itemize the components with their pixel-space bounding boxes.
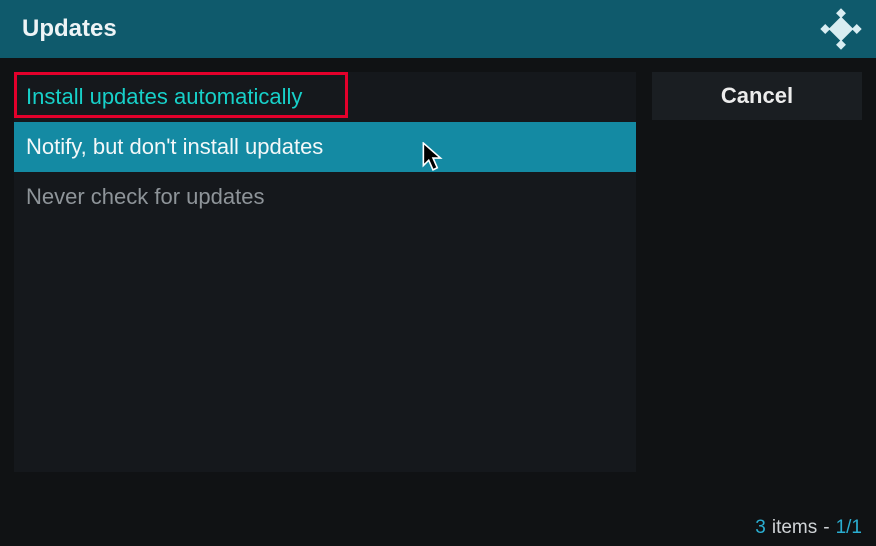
side-panel: Cancel	[652, 72, 862, 472]
option-install-automatically[interactable]: Install updates automatically	[14, 72, 636, 122]
options-list: Install updates automatically Notify, bu…	[14, 72, 636, 472]
status-separator: -	[823, 517, 829, 539]
option-notify-only[interactable]: Notify, but don't install updates	[14, 122, 636, 172]
option-never-check[interactable]: Never check for updates	[14, 172, 636, 222]
option-label: Notify, but don't install updates	[26, 134, 323, 160]
status-item-count: 3	[755, 517, 766, 539]
kodi-logo-icon	[820, 8, 862, 55]
cancel-button[interactable]: Cancel	[652, 72, 862, 120]
dialog-title: Updates	[22, 15, 117, 43]
option-label: Never check for updates	[26, 184, 264, 210]
option-label: Install updates automatically	[26, 84, 302, 110]
cancel-button-label: Cancel	[721, 83, 793, 109]
dialog-body: Install updates automatically Notify, bu…	[0, 58, 876, 472]
status-page: 1/1	[836, 517, 862, 539]
status-items-label: items	[772, 517, 817, 539]
dialog-header: Updates	[0, 0, 876, 58]
status-bar: 3 items - 1/1	[0, 510, 876, 546]
